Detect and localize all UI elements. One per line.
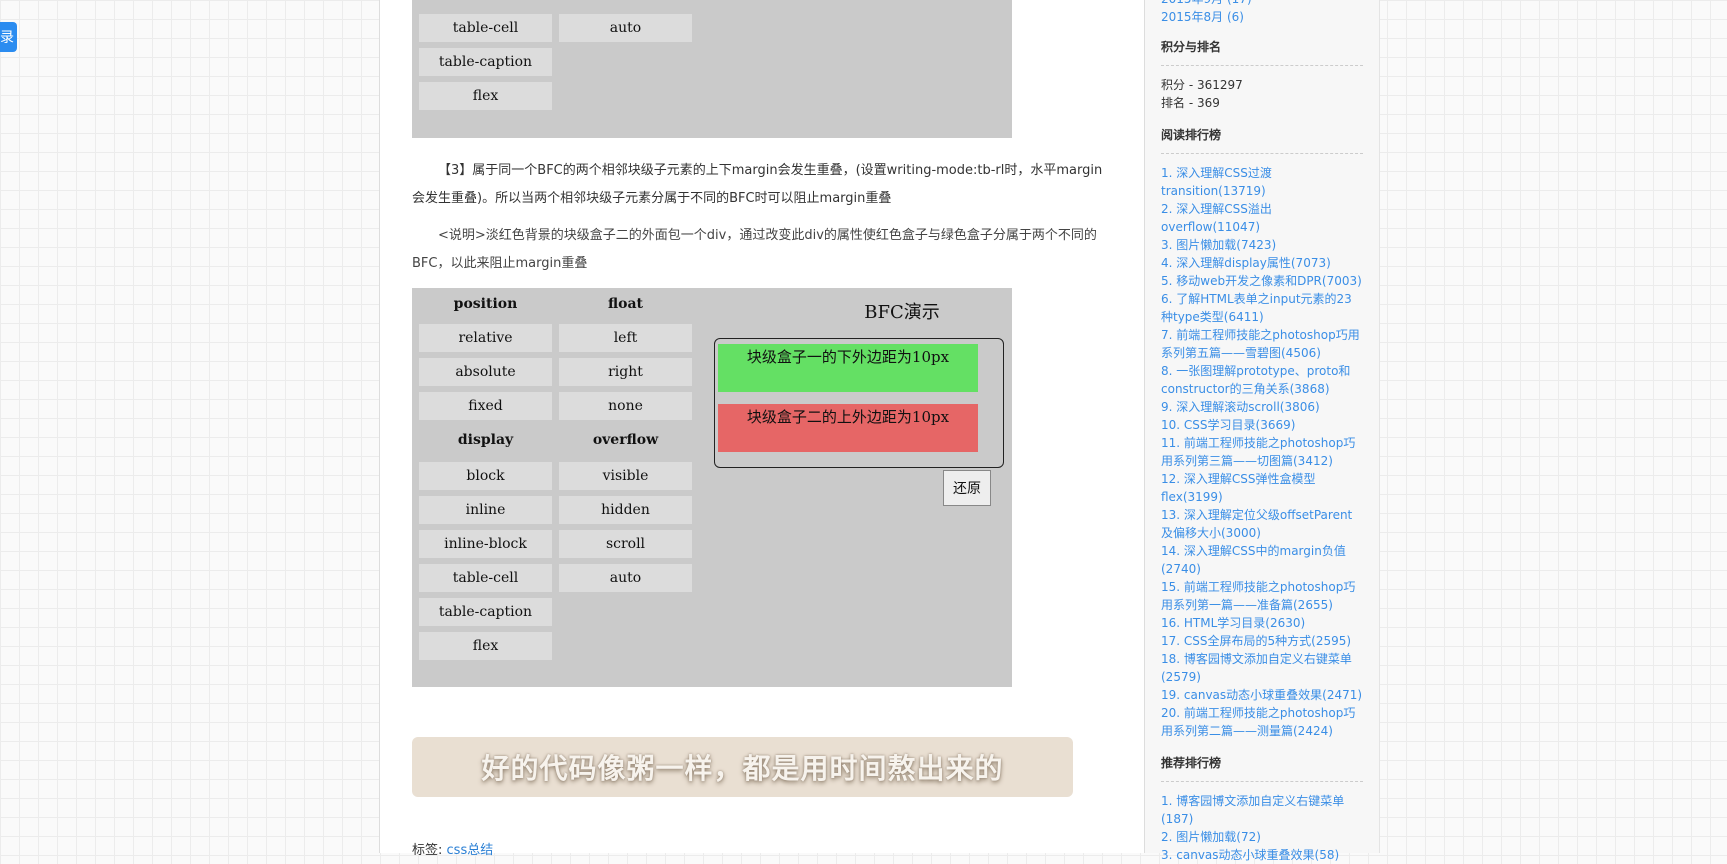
display-header: display [457,432,514,448]
display-option-block[interactable]: block [419,462,552,490]
sidebar: 2015年9月 (17) 2015年8月 (6) 积分与排名 积分 - 3612… [1145,0,1380,862]
reading-rank-item[interactable]: 19. canvas动态小球重叠效果(2471) [1161,686,1363,704]
note-paragraph: <说明>淡红色背景的块级盒子二的外面包一个div，通过改变此div的属性使红色盒… [412,228,1097,271]
reading-rank-item[interactable]: 20. 前端工程师技能之photoshop巧用系列第二篇——测量篇(2424) [1161,704,1363,740]
reset-button[interactable]: 还原 [943,470,991,506]
archive-link[interactable]: 2015年8月 (6) [1161,8,1363,26]
display-option-table-cell[interactable]: table-cell [419,14,552,42]
tags-label: 标签: [412,843,443,858]
reading-rank-item[interactable]: 13. 深入理解定位父级offsetParent及偏移大小(3000) [1161,506,1363,542]
reading-rank-item[interactable]: 6. 了解HTML表单之input元素的23种type类型(6411) [1161,290,1363,326]
catalog-tab-label: 录 [0,30,14,46]
display-option-table-caption[interactable]: table-caption [419,48,552,76]
divider [1161,153,1363,154]
reading-rank-item[interactable]: 10. CSS学习目录(3669) [1161,416,1363,434]
red-box: 块级盒子二的上外边距为10px [718,404,978,452]
position-option-fixed[interactable]: fixed [419,392,552,420]
reading-rank-item[interactable]: 7. 前端工程师技能之photoshop巧用系列第五篇——雪碧图(4506) [1161,326,1363,362]
paragraph-3: 【3】属于同一个BFC的两个相邻块级子元素的上下margin会发生重叠，(设置w… [412,163,1103,206]
divider [1161,781,1363,782]
article-main: table-cell auto table-caption flex 【3】属于… [379,0,1194,858]
reading-rank-item[interactable]: 1. 深入理解CSS过渡transition(13719) [1161,164,1363,200]
score-value: 积分 - 361297 [1161,78,1243,92]
reading-rank-item[interactable]: 17. CSS全屏布局的5种方式(2595) [1161,632,1363,650]
bfc-demo-title: BFC演示 [864,302,940,323]
reading-rank-title: 阅读排行榜 [1161,128,1222,142]
tag-link[interactable]: css总结 [447,843,494,858]
recommend-rank-title: 推荐排行榜 [1161,756,1222,770]
reading-rank-item[interactable]: 2. 深入理解CSS溢出overflow(11047) [1161,200,1363,236]
float-option-left[interactable]: left [559,324,692,352]
position-header: position [453,296,518,312]
divider [1161,65,1363,66]
tags-row: 标签: css总结 [412,839,493,858]
reading-rank-item[interactable]: 9. 深入理解滚动scroll(3806) [1161,398,1363,416]
reading-rank-item[interactable]: 4. 深入理解display属性(7073) [1161,254,1363,272]
display-option-flex[interactable]: flex [419,632,552,660]
position-option-relative[interactable]: relative [419,324,552,352]
recommend-rank-item[interactable]: 2. 图片懒加载(72) [1161,828,1363,846]
reading-rank-item[interactable]: 15. 前端工程师技能之photoshop巧用系列第一篇——准备篇(2655) [1161,578,1363,614]
reading-rank-item[interactable]: 5. 移动web开发之像素和DPR(7003) [1161,272,1363,290]
top-demo-box: table-cell auto table-caption flex [412,0,1012,138]
display-option-table-caption[interactable]: table-caption [419,598,552,626]
overflow-option-hidden[interactable]: hidden [559,496,692,524]
signature-banner: 好的代码像粥一样，都是用时间熬出来的 [412,737,1073,797]
overflow-option-visible[interactable]: visible [559,462,692,490]
recommend-rank-list: 1. 博客园博文添加自定义右键菜单(187) 2. 图片懒加载(72) 3. c… [1161,792,1363,864]
display-option-inline-block[interactable]: inline-block [419,530,552,558]
reading-rank-item[interactable]: 16. HTML学习目录(2630) [1161,614,1363,632]
reading-rank-item[interactable]: 8. 一张图理解prototype、proto和constructor的三角关系… [1161,362,1363,398]
bfc-demo-box: position float relative left absolute ri… [412,288,1012,687]
display-option-table-cell[interactable]: table-cell [419,564,552,592]
reading-rank-item[interactable]: 3. 图片懒加载(7423) [1161,236,1363,254]
recommend-rank-item[interactable]: 1. 博客园博文添加自定义右键菜单(187) [1161,792,1363,828]
catalog-tab[interactable]: 录 [0,22,17,52]
rank-value: 排名 - 369 [1161,96,1220,110]
reading-rank-item[interactable]: 11. 前端工程师技能之photoshop巧用系列第三篇——切图篇(3412) [1161,434,1363,470]
display-option-flex[interactable]: flex [419,82,552,110]
recommend-rank-item[interactable]: 3. canvas动态小球重叠效果(58) [1161,846,1363,864]
float-option-right[interactable]: right [559,358,692,386]
reading-rank-item[interactable]: 18. 博客园博文添加自定义右键菜单(2579) [1161,650,1363,686]
float-option-none[interactable]: none [559,392,692,420]
overflow-header: overflow [592,432,659,448]
overflow-option-auto[interactable]: auto [559,14,692,42]
display-option-inline[interactable]: inline [419,496,552,524]
reading-rank-item[interactable]: 14. 深入理解CSS中的margin负值(2740) [1161,542,1363,578]
overflow-option-auto[interactable]: auto [559,564,692,592]
reading-rank-list: 1. 深入理解CSS过渡transition(13719) 2. 深入理解CSS… [1161,164,1363,740]
position-option-absolute[interactable]: absolute [419,358,552,386]
green-box: 块级盒子一的下外边距为10px [718,344,978,392]
overflow-option-scroll[interactable]: scroll [559,530,692,558]
reading-rank-item[interactable]: 12. 深入理解CSS弹性盒模型flex(3199) [1161,470,1363,506]
archive-link[interactable]: 2015年9月 (17) [1161,0,1363,8]
score-title: 积分与排名 [1161,40,1222,54]
float-header: float [607,296,644,312]
